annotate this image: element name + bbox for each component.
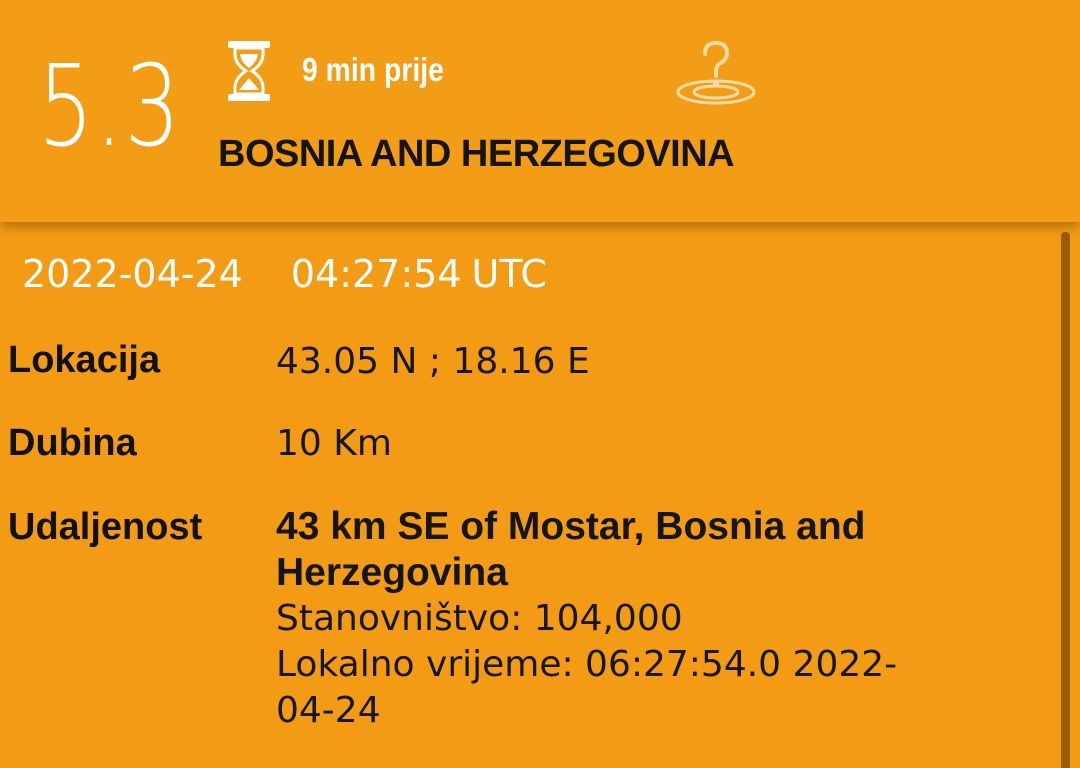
event-header: 5.3 9 min prije BOSNIA AND HERZEGOVINA — [0, 0, 1080, 222]
location-value: 43.05 N ; 18.16 E — [276, 341, 590, 382]
event-date: 2022-04-24 — [22, 252, 243, 296]
event-datetime: 2022-04-24 04:27:54 UTC — [22, 250, 547, 298]
distance-block: 43 km SE of Mostar, Bosnia and Herzegovi… — [276, 504, 1016, 734]
magnitude: 5.3 — [38, 42, 182, 172]
distance-value: 43 km SE of Mostar, Bosnia and Herzegovi… — [276, 505, 866, 594]
time-ago-label: 9 min prije — [302, 51, 444, 88]
event-time: 04:27:54 — [290, 252, 462, 296]
scrollbar[interactable] — [1061, 232, 1070, 768]
depth-label: Dubina — [8, 422, 137, 464]
population-value: Stanovništvo: 104,000 — [276, 598, 683, 639]
event-region: BOSNIA AND HERZEGOVINA — [218, 133, 735, 175]
distance-label: Udaljenost — [8, 506, 203, 548]
local-time-line-2: 04-24 — [276, 690, 381, 731]
depth-value: 10 Km — [276, 423, 392, 464]
location-label: Lokacija — [8, 339, 161, 381]
event-timezone: UTC — [471, 252, 547, 296]
felt-question-icon[interactable] — [672, 40, 760, 110]
hourglass-icon — [228, 41, 270, 101]
local-time-line-1: Lokalno vrijeme: 06:27:54.0 2022- — [276, 644, 898, 685]
